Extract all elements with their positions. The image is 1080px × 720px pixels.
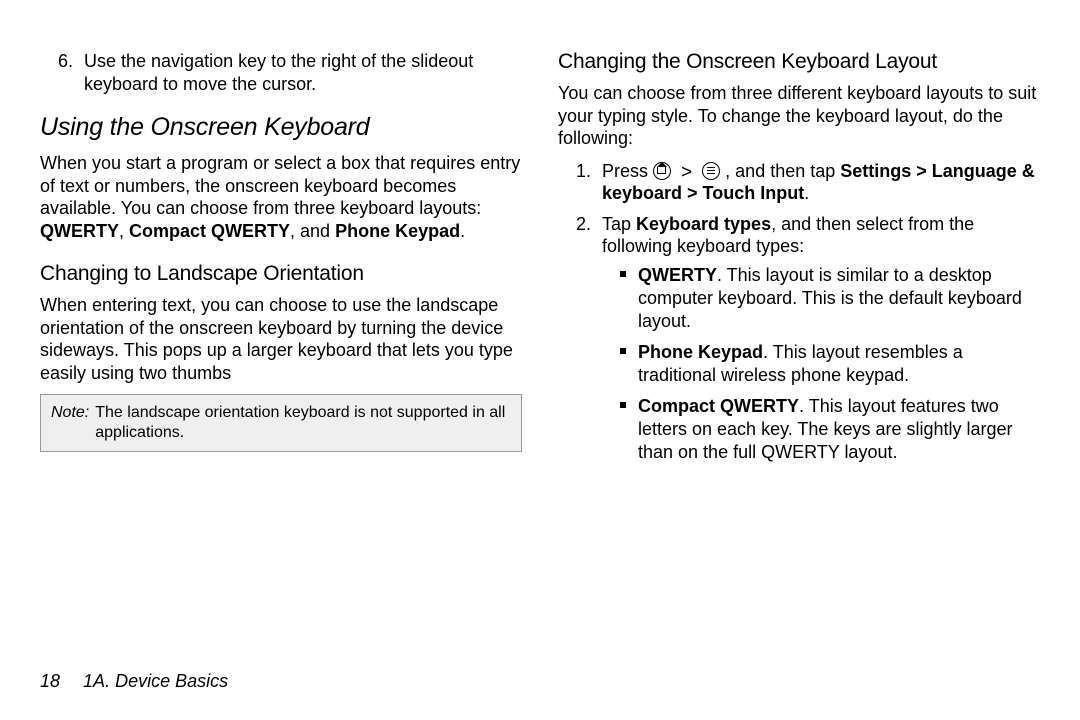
kw-qwerty: QWERTY — [638, 265, 717, 285]
step-text-part: Tap — [602, 214, 636, 234]
landscape-paragraph: When entering text, you can choose to us… — [40, 294, 522, 384]
step-number: 2. — [576, 213, 591, 236]
kw-qwerty: QWERTY — [40, 221, 119, 241]
kw-phone-keypad: Phone Keypad — [638, 342, 763, 362]
subheading-layout: Changing the Onscreen Keyboard Layout — [558, 50, 1040, 74]
step-text: Use the navigation key to the right of t… — [84, 51, 473, 94]
page-footer: 18 1A. Device Basics — [40, 671, 228, 692]
section-title: 1A. Device Basics — [83, 671, 228, 691]
list-item: 1. Press > , and then tap Settings > Lan… — [558, 160, 1040, 205]
list-item: Compact QWERTY. This layout features two… — [602, 395, 1040, 464]
text-segment: . — [460, 221, 465, 241]
step-number: 6. — [58, 50, 73, 73]
step-text-part: Press — [602, 161, 653, 181]
intro-text: When you start a program or select a box… — [40, 153, 520, 218]
text-segment: , — [119, 221, 129, 241]
step-list-left: 6. Use the navigation key to the right o… — [40, 50, 522, 95]
subheading-landscape: Changing to Landscape Orientation — [40, 262, 522, 286]
two-column-layout: 6. Use the navigation key to the right o… — [40, 50, 1040, 474]
page-number: 18 — [40, 671, 78, 691]
right-column: Changing the Onscreen Keyboard Layout Yo… — [558, 50, 1040, 474]
layout-intro: You can choose from three different keyb… — [558, 82, 1040, 150]
step-list-right: 1. Press > , and then tap Settings > Lan… — [558, 160, 1040, 464]
step-text-part: . — [804, 183, 809, 203]
list-item: QWERTY. This layout is similar to a desk… — [602, 264, 1040, 333]
step-text-part: , and then tap — [725, 161, 840, 181]
list-item: 6. Use the navigation key to the right o… — [40, 50, 522, 95]
kw-keyboard-types: Keyboard types — [636, 214, 771, 234]
manual-page: 6. Use the navigation key to the right o… — [0, 0, 1080, 720]
keyboard-type-list: QWERTY. This layout is similar to a desk… — [602, 264, 1040, 464]
list-item: 2. Tap Keyboard types, and then select f… — [558, 213, 1040, 464]
intro-paragraph: When you start a program or select a box… — [40, 152, 522, 242]
text-segment: , and — [290, 221, 335, 241]
home-icon — [653, 162, 671, 180]
step-number: 1. — [576, 160, 591, 183]
chevron-right-icon: > — [676, 163, 697, 182]
note-label: Note: — [51, 403, 95, 443]
list-item: Phone Keypad. This layout resembles a tr… — [602, 341, 1040, 387]
note-box: Note: The landscape orientation keyboard… — [40, 394, 522, 452]
note-body: The landscape orientation keyboard is no… — [95, 403, 511, 443]
kw-compact-qwerty: Compact QWERTY — [638, 396, 799, 416]
menu-icon — [702, 162, 720, 180]
kw-phone-keypad: Phone Keypad — [335, 221, 460, 241]
kw-compact-qwerty: Compact QWERTY — [129, 221, 290, 241]
left-column: 6. Use the navigation key to the right o… — [40, 50, 522, 474]
section-heading: Using the Onscreen Keyboard — [40, 113, 522, 142]
